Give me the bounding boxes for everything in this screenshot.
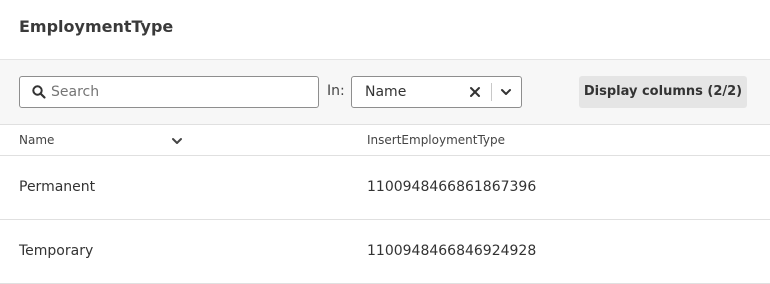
- column-header-name[interactable]: Name: [19, 133, 54, 147]
- search-scope-label: In:: [327, 83, 345, 99]
- chevron-down-icon[interactable]: [499, 85, 513, 99]
- search-input[interactable]: [51, 77, 311, 107]
- close-icon[interactable]: [468, 85, 482, 99]
- page-header: EmploymentType: [0, 0, 770, 60]
- table-row[interactable]: Permanent 1100948466861867396: [0, 156, 770, 220]
- cell-name: Permanent: [19, 179, 96, 195]
- search-box[interactable]: [19, 76, 319, 108]
- search-field-select[interactable]: Name: [351, 76, 522, 108]
- table-header: Name InsertEmploymentType: [0, 125, 770, 156]
- chevron-down-icon[interactable]: [170, 134, 184, 148]
- cell-insert-employment-type: 1100948466861867396: [367, 179, 537, 195]
- column-header-insert-employment-type[interactable]: InsertEmploymentType: [367, 133, 505, 147]
- display-columns-button[interactable]: Display columns (2/2): [579, 76, 747, 108]
- cell-insert-employment-type: 1100948466846924928: [367, 243, 537, 259]
- search-icon: [32, 85, 46, 99]
- cell-name: Temporary: [19, 243, 94, 259]
- search-field-value: Name: [365, 84, 407, 100]
- page-title: EmploymentType: [19, 17, 174, 36]
- table-row[interactable]: Temporary 1100948466846924928: [0, 220, 770, 284]
- select-divider: [491, 83, 492, 101]
- toolbar: In: Name Display columns (2/2): [0, 60, 770, 125]
